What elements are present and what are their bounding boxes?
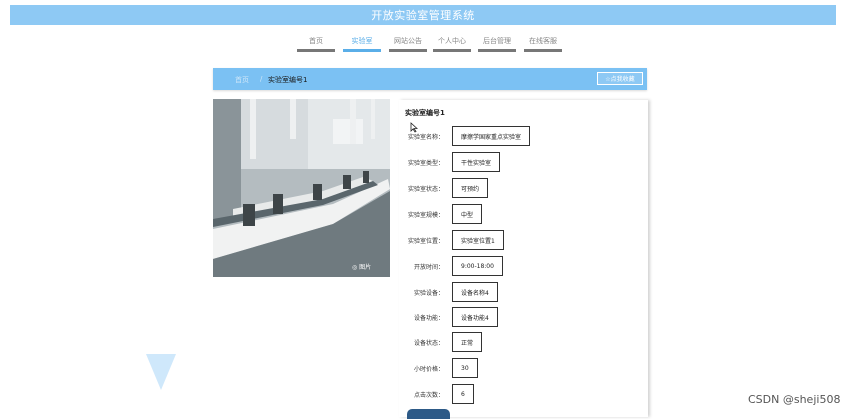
site-title: 开放实验室管理系统 <box>371 9 475 22</box>
breadcrumb-home[interactable]: 首页 <box>235 75 249 85</box>
field-value: 9:00-18:00 <box>452 256 503 276</box>
nav-underline <box>297 49 335 52</box>
field-row-status: 实验室状态： 可预约 <box>399 178 599 198</box>
field-value: 可预约 <box>452 178 489 198</box>
field-value: 正常 <box>452 332 483 352</box>
decorative-triangle-icon <box>146 354 176 390</box>
field-row-equipment-status: 设备状态： 正常 <box>399 332 599 352</box>
field-row-equipment-function: 设备功能： 设备功能4 <box>399 307 599 327</box>
field-label: 开放时间： <box>413 264 444 271</box>
field-value: 摩擦学国家重点实验室 <box>452 126 531 146</box>
nav-item-labs[interactable]: 实验室 <box>343 37 381 55</box>
field-label: 设备功能： <box>413 315 444 322</box>
field-label: 实验室规模： <box>407 212 444 219</box>
nav-underline <box>389 49 427 52</box>
field-label: 点击次数： <box>413 392 444 399</box>
field-label: 设备状态： <box>413 340 444 347</box>
field-label: 实验室名称： <box>407 134 444 141</box>
photo-watermark: ◎ 图片 <box>352 264 372 271</box>
nav-label: 个人中心 <box>438 37 466 45</box>
nav-item-support[interactable]: 在线客服 <box>524 37 562 55</box>
field-row-equipment: 实验设备： 设备名称4 <box>399 282 599 302</box>
nav-underline <box>524 49 562 52</box>
breadcrumb-separator: / <box>260 75 263 83</box>
page-watermark: CSDN @sheji508 <box>748 393 841 406</box>
field-label: 小时价格： <box>413 366 444 373</box>
field-row-location: 实验室位置： 实验室位置1 <box>399 230 599 250</box>
nav-underline <box>478 49 516 52</box>
lab-photo-image <box>213 99 390 277</box>
nav-item-profile[interactable]: 个人中心 <box>433 37 471 55</box>
site-header: 开放实验室管理系统 <box>10 5 836 25</box>
nav-label: 首页 <box>309 37 323 45</box>
field-row-name: 实验室名称： 摩擦学国家重点实验室 <box>399 126 599 146</box>
field-value: 中型 <box>452 204 483 224</box>
field-value: 6 <box>452 384 474 404</box>
nav-item-admin[interactable]: 后台管理 <box>478 37 516 55</box>
nav-underline <box>343 49 381 52</box>
breadcrumb: 首页 / 实验室编号1 ☆点我收藏 <box>213 68 647 90</box>
nav-item-home[interactable]: 首页 <box>297 37 335 55</box>
field-row-open-time: 开放时间： 9:00-18:00 <box>399 256 599 276</box>
field-value: 干性实验室 <box>452 152 501 172</box>
field-label: 实验设备： <box>413 290 444 297</box>
nav-label: 网站公告 <box>394 37 422 45</box>
breadcrumb-current: 实验室编号1 <box>268 76 308 84</box>
field-value: 设备名称4 <box>452 282 498 302</box>
nav-label: 在线客服 <box>529 37 557 45</box>
nav-label: 后台管理 <box>483 37 511 45</box>
nav-underline <box>433 49 471 52</box>
field-row-scale: 实验室规模： 中型 <box>399 204 599 224</box>
field-row-click-count: 点击次数： 6 <box>399 384 599 404</box>
favorite-button[interactable]: ☆点我收藏 <box>597 72 643 85</box>
field-row-type: 实验室类型： 干性实验室 <box>399 152 599 172</box>
field-label: 实验室位置： <box>407 238 444 245</box>
lab-photo: ◎ 图片 <box>213 99 390 277</box>
detail-title: 实验室编号1 <box>405 109 445 117</box>
field-value: 实验室位置1 <box>452 230 504 250</box>
main-nav: 首页 实验室 网站公告 个人中心 后台管理 在线客服 <box>0 37 868 55</box>
field-label: 实验室状态： <box>407 186 444 193</box>
field-value: 30 <box>452 358 478 378</box>
nav-item-announcements[interactable]: 网站公告 <box>389 37 427 55</box>
field-value: 设备功能4 <box>452 307 498 327</box>
field-row-hourly-price: 小时价格： 30 <box>399 358 599 378</box>
field-label: 实验室类型： <box>407 160 444 167</box>
nav-label: 实验室 <box>351 37 373 45</box>
action-button[interactable] <box>407 409 450 419</box>
